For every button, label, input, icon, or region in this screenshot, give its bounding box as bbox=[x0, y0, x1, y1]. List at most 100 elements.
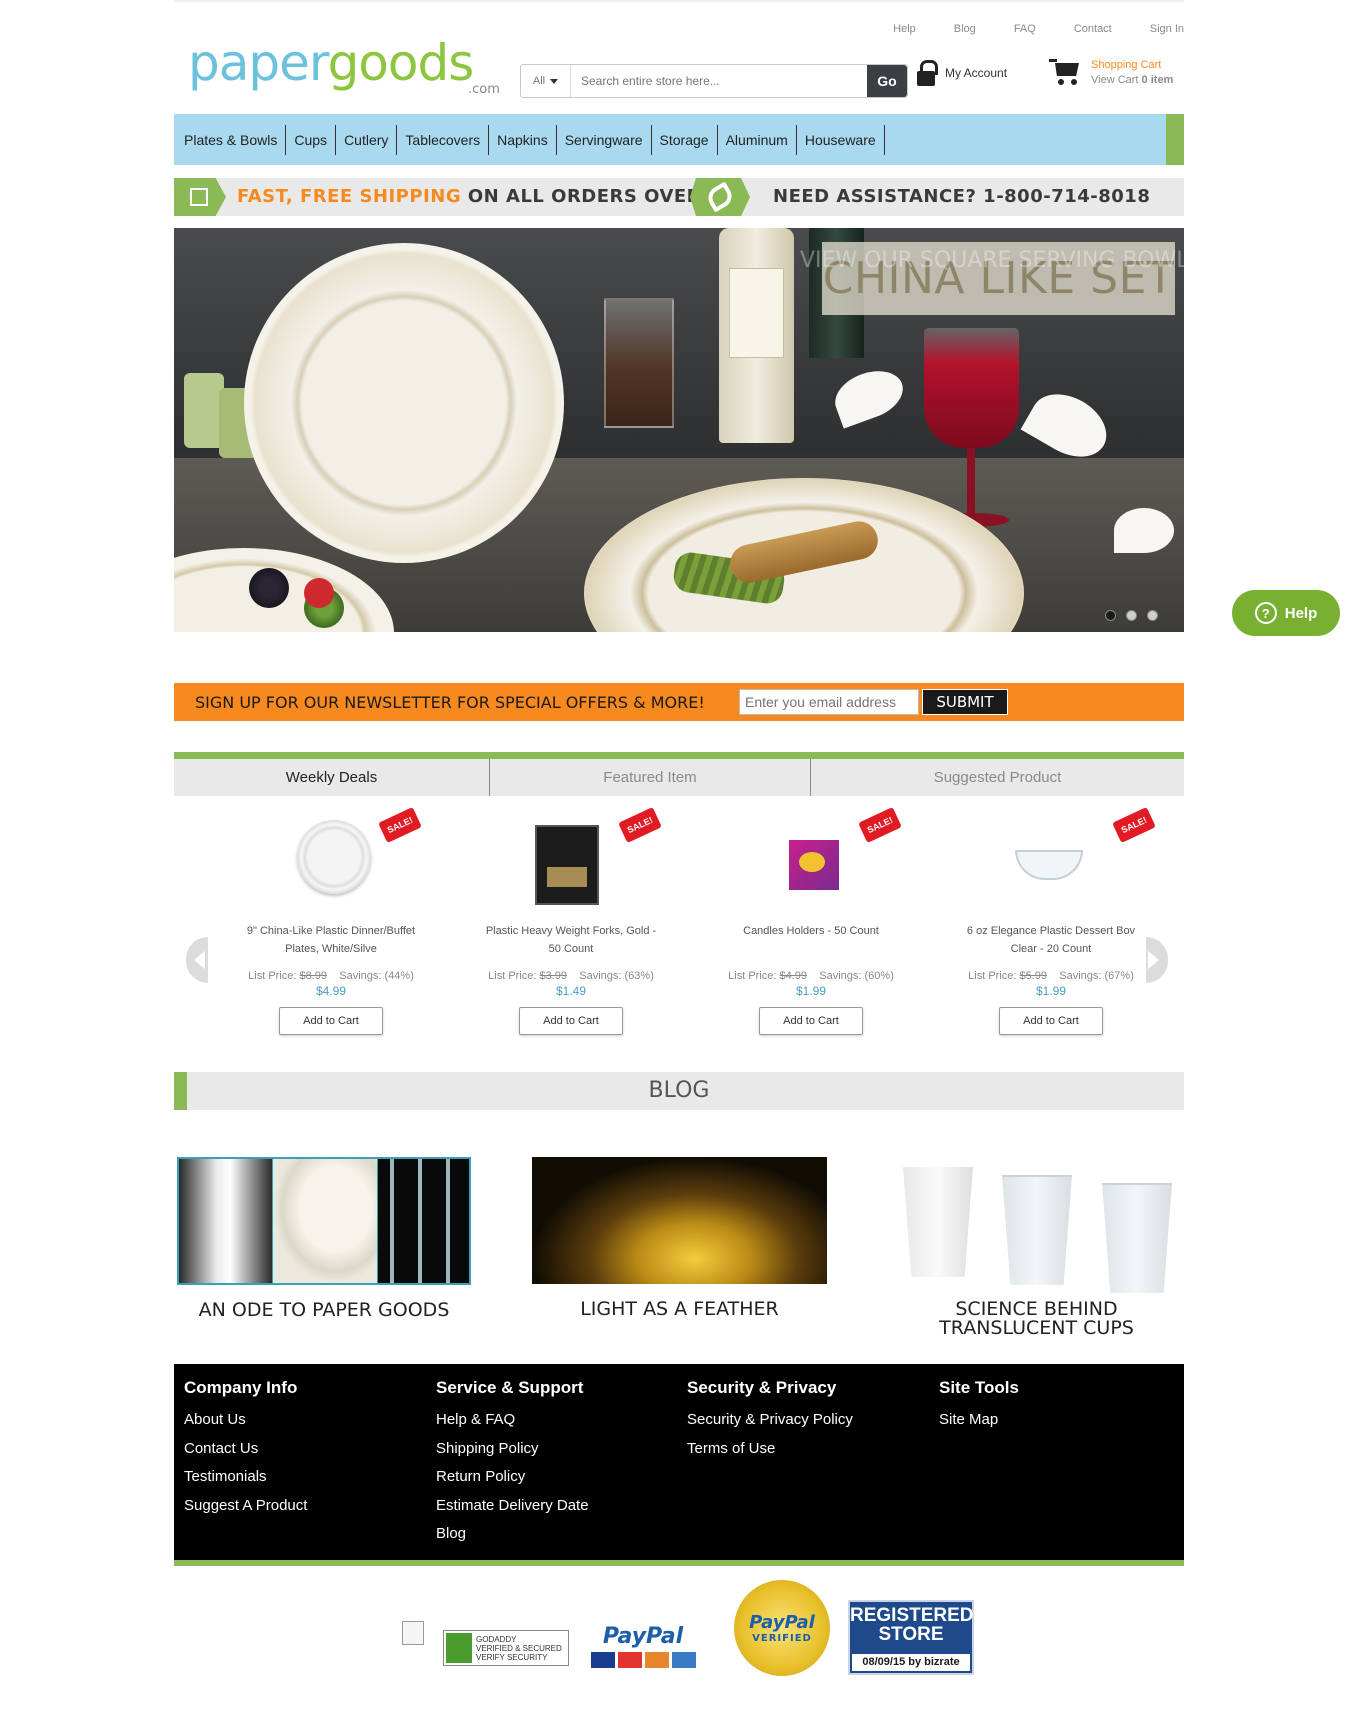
add-to-cart-button[interactable]: Add to Cart bbox=[999, 1007, 1103, 1035]
nav-item-houseware[interactable]: Houseware bbox=[797, 124, 885, 155]
sale-badge: SALE! bbox=[618, 807, 662, 843]
product-image[interactable]: SALE! bbox=[951, 800, 1156, 905]
newsletter-submit-button[interactable]: SUBMIT bbox=[922, 689, 1008, 715]
nav-item-plates-bowls[interactable]: Plates & Bowls bbox=[176, 124, 287, 155]
my-account-label: My Account bbox=[945, 66, 1008, 80]
product-image[interactable]: SALE! bbox=[231, 800, 431, 905]
paypal-verified-seal[interactable]: PayPal VERIFIED bbox=[734, 1580, 830, 1676]
slider-dot-3[interactable] bbox=[1147, 610, 1158, 621]
blog-post-title[interactable]: AN ODE TO PAPER GOODS bbox=[177, 1301, 471, 1320]
help-chat-button[interactable]: ? Help bbox=[1232, 590, 1340, 636]
nav-item-napkins[interactable]: Napkins bbox=[489, 124, 557, 155]
logo-suffix: .com bbox=[468, 82, 500, 97]
footer-accent bbox=[174, 1560, 1184, 1566]
footer-link-estimate-delivery[interactable]: Estimate Delivery Date bbox=[436, 1492, 589, 1521]
nav-item-tablecovers[interactable]: Tablecovers bbox=[397, 124, 490, 155]
blog-post[interactable]: SCIENCE BEHIND TRANSLUCENT CUPS bbox=[889, 1157, 1184, 1338]
hero-caption[interactable]: VIEW OUR SQUARE SERVING BOWLS CHINA LIKE… bbox=[800, 242, 1184, 315]
footer-link-about-us[interactable]: About Us bbox=[184, 1406, 307, 1435]
tab-weekly-deals[interactable]: Weekly Deals bbox=[174, 759, 490, 796]
phone-tab bbox=[690, 178, 750, 216]
search-input[interactable] bbox=[571, 65, 867, 97]
view-cart-link[interactable]: View Cart 0 item bbox=[1091, 74, 1173, 86]
trust-badges: GODADDY VERIFIED & SECURED VERIFY SECURITY… bbox=[174, 1580, 1184, 1690]
footer-link-help-faq[interactable]: Help & FAQ bbox=[436, 1406, 589, 1435]
product-card: SALE! 9" China-Like Plastic Dinner/Buffe… bbox=[231, 800, 431, 1035]
product-image[interactable]: SALE! bbox=[471, 800, 671, 905]
tab-featured-item[interactable]: Featured Item bbox=[490, 759, 811, 796]
product-name[interactable]: 9" China-Like Plastic Dinner/Buffet Plate… bbox=[231, 922, 431, 958]
blog-post-title[interactable]: SCIENCE BEHIND TRANSLUCENT CUPS bbox=[889, 1300, 1184, 1338]
blog-header: BLOG bbox=[174, 1072, 1184, 1110]
bizrate-badge[interactable]: REGISTERED STORE 08/09/15 by bizrate bbox=[848, 1600, 974, 1675]
cart-title[interactable]: Shopping Cart bbox=[1091, 59, 1173, 71]
paypal-logo: PayPal bbox=[602, 1624, 684, 1649]
nav-item-servingware[interactable]: Servingware bbox=[557, 124, 652, 155]
question-icon: ? bbox=[1254, 602, 1277, 624]
hero-ghost-caption: VIEW OUR SQUARE SERVING BOWLS bbox=[800, 248, 1184, 273]
product-price: $4.99 bbox=[315, 984, 347, 998]
blog-post-title[interactable]: LIGHT AS A FEATHER bbox=[532, 1300, 827, 1319]
footer-link-terms-of-use[interactable]: Terms of Use bbox=[687, 1435, 853, 1464]
top-link-contact[interactable]: Contact bbox=[1074, 23, 1112, 35]
footer-link-blog[interactable]: Blog bbox=[436, 1520, 589, 1549]
product-name[interactable]: Candles Holders - 50 Count bbox=[711, 922, 911, 958]
top-link-faq[interactable]: FAQ bbox=[1014, 23, 1036, 35]
help-label: Help bbox=[1284, 604, 1318, 622]
add-to-cart-button[interactable]: Add to Cart bbox=[519, 1007, 623, 1035]
search-go-button[interactable]: Go bbox=[867, 65, 907, 97]
cart-count: 0 item bbox=[1141, 74, 1174, 86]
blog-post-image[interactable] bbox=[889, 1157, 1184, 1293]
nav-item-cutlery[interactable]: Cutlery bbox=[336, 124, 398, 155]
godaddy-seal[interactable]: GODADDY VERIFIED & SECURED VERIFY SECURITY bbox=[443, 1630, 569, 1666]
nav-item-aluminum[interactable]: Aluminum bbox=[718, 124, 797, 155]
promo-home-tab bbox=[174, 178, 226, 216]
site-logo[interactable]: papergoods .com bbox=[188, 22, 500, 102]
footer-link-security-policy[interactable]: Security & Privacy Policy bbox=[687, 1406, 853, 1435]
newsletter-email-input[interactable] bbox=[739, 689, 919, 715]
blog-post-image[interactable] bbox=[532, 1157, 827, 1284]
footer-column-security-privacy: Security & Privacy Security & Privacy Po… bbox=[687, 1378, 853, 1463]
product-name[interactable]: 6 oz Elegance Plastic Dessert Bov Clear -… bbox=[951, 922, 1151, 958]
footer-link-testimonials[interactable]: Testimonials bbox=[184, 1463, 307, 1492]
add-to-cart-button[interactable]: Add to Cart bbox=[279, 1007, 383, 1035]
product-list-price: List Price: $4.99 Savings: (60%) bbox=[728, 970, 894, 982]
free-shipping-text: FAST, FREE SHIPPING ON ALL ORDERS OVER $… bbox=[237, 186, 747, 207]
footer-link-shipping-policy[interactable]: Shipping Policy bbox=[436, 1435, 589, 1464]
footer-link-suggest-product[interactable]: Suggest A Product bbox=[184, 1492, 307, 1521]
blog-post[interactable]: LIGHT AS A FEATHER bbox=[532, 1157, 827, 1319]
add-to-cart-button[interactable]: Add to Cart bbox=[759, 1007, 863, 1035]
product-list-price: List Price: $5.99 Savings: (67%) bbox=[968, 970, 1134, 982]
footer-link-return-policy[interactable]: Return Policy bbox=[436, 1463, 589, 1492]
product-image[interactable]: SALE! bbox=[711, 800, 911, 905]
shopping-cart[interactable]: Shopping Cart View Cart 0 item bbox=[1049, 59, 1173, 86]
carousel-prev-button[interactable] bbox=[186, 937, 208, 983]
sale-badge: SALE! bbox=[858, 807, 902, 843]
blog-post[interactable]: AN ODE TO PAPER GOODS bbox=[177, 1157, 471, 1320]
top-link-help[interactable]: Help bbox=[893, 23, 916, 35]
main-nav: Plates & Bowls Cups Cutlery Tablecovers … bbox=[174, 114, 1184, 165]
product-name[interactable]: Plastic Heavy Weight Forks, Gold -50 Cou… bbox=[471, 922, 671, 958]
nav-item-storage[interactable]: Storage bbox=[652, 124, 718, 155]
tab-suggested-product[interactable]: Suggested Product bbox=[811, 759, 1184, 796]
my-account-link[interactable]: My Account bbox=[917, 60, 1007, 86]
top-link-sign-in[interactable]: Sign In bbox=[1150, 23, 1184, 35]
footer-link-contact-us[interactable]: Contact Us bbox=[184, 1435, 307, 1464]
slider-dot-2[interactable] bbox=[1126, 610, 1137, 621]
sale-badge: SALE! bbox=[1112, 807, 1156, 843]
phone-icon bbox=[704, 181, 736, 213]
product-price: $1.49 bbox=[555, 984, 587, 998]
nav-item-cups[interactable]: Cups bbox=[286, 124, 337, 155]
slider-dot-1[interactable] bbox=[1105, 610, 1116, 621]
paypal-cards-badge[interactable]: PayPal bbox=[588, 1624, 698, 1680]
search-category-select[interactable]: All bbox=[521, 65, 571, 97]
product-price: $1.99 bbox=[795, 984, 827, 998]
blog-post-image[interactable] bbox=[177, 1157, 471, 1285]
card-logos bbox=[588, 1652, 698, 1668]
lock-icon bbox=[917, 60, 938, 86]
footer-link-site-map[interactable]: Site Map bbox=[939, 1406, 1019, 1435]
product-card: SALE! Candles Holders - 50 Count List Pr… bbox=[711, 800, 911, 1035]
hero-slider[interactable]: VIEW OUR SQUARE SERVING BOWLS CHINA LIKE… bbox=[174, 228, 1184, 632]
carousel-next-button[interactable] bbox=[1146, 937, 1168, 983]
top-link-blog[interactable]: Blog bbox=[954, 23, 976, 35]
